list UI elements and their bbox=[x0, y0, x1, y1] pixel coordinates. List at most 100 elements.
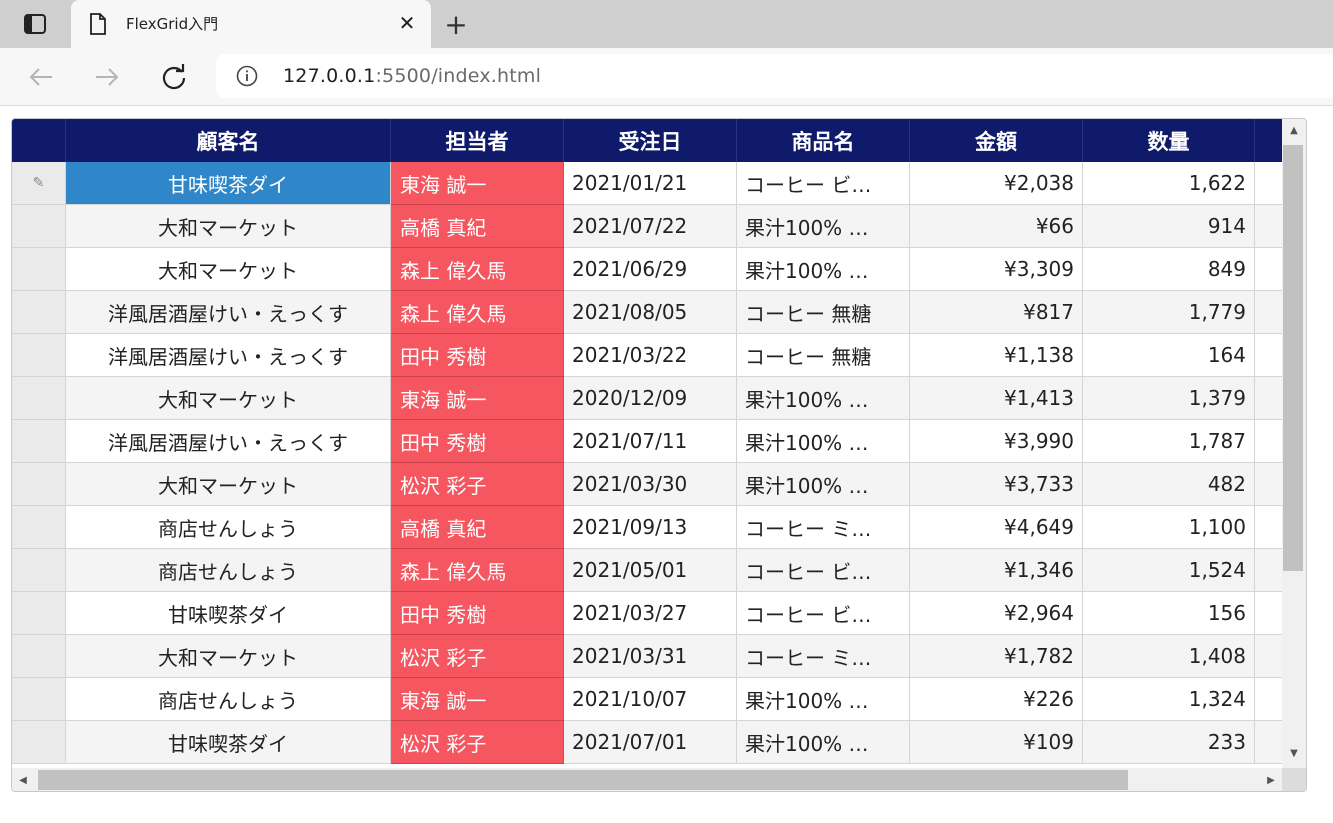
vertical-scrollbar[interactable]: ▲ ▼ bbox=[1282, 119, 1306, 768]
quantity-cell[interactable]: 1,324 bbox=[1083, 678, 1255, 721]
customer-cell[interactable]: 洋風居酒屋けい・えっくす bbox=[66, 420, 391, 463]
rep-cell[interactable]: 松沢 彩子 bbox=[391, 721, 564, 764]
horizontal-scroll-thumb[interactable] bbox=[38, 770, 1128, 790]
scroll-left-icon[interactable]: ◀ bbox=[16, 768, 30, 791]
product-cell[interactable]: 果汁100% … bbox=[737, 248, 910, 291]
product-cell[interactable]: コーヒー 無糖 bbox=[737, 334, 910, 377]
amount-cell[interactable]: ¥1,346 bbox=[910, 549, 1083, 592]
product-cell[interactable]: コーヒー 無糖 bbox=[737, 291, 910, 334]
rep-cell[interactable]: 森上 偉久馬 bbox=[391, 549, 564, 592]
rep-cell[interactable]: 田中 秀樹 bbox=[391, 592, 564, 635]
quantity-cell[interactable]: 1,408 bbox=[1083, 635, 1255, 678]
rep-cell[interactable]: 東海 誠一 bbox=[391, 678, 564, 721]
product-cell[interactable]: 果汁100% … bbox=[737, 463, 910, 506]
amount-cell[interactable]: ¥3,990 bbox=[910, 420, 1083, 463]
quantity-cell[interactable]: 1,622 bbox=[1083, 162, 1255, 205]
product-cell[interactable]: コーヒー ビ… bbox=[737, 592, 910, 635]
order-date-cell[interactable]: 2021/07/11 bbox=[564, 420, 737, 463]
rep-cell[interactable]: 東海 誠一 bbox=[391, 162, 564, 205]
product-cell[interactable]: 果汁100% … bbox=[737, 420, 910, 463]
vertical-scroll-thumb[interactable] bbox=[1283, 145, 1303, 571]
quantity-cell[interactable]: 849 bbox=[1083, 248, 1255, 291]
order-date-cell[interactable]: 2020/12/09 bbox=[564, 377, 737, 420]
table-row[interactable]: 大和マーケット 高橋 真紀 2021/07/22 果汁100% … ¥66 914 bbox=[12, 205, 1282, 248]
quantity-cell[interactable]: 482 bbox=[1083, 463, 1255, 506]
table-row[interactable]: 甘味喫茶ダイ 田中 秀樹 2021/03/27 コーヒー ビ… ¥2,964 156 bbox=[12, 592, 1282, 635]
order-date-cell[interactable]: 2021/03/27 bbox=[564, 592, 737, 635]
back-icon[interactable] bbox=[24, 60, 58, 94]
column-header-customer[interactable]: 顧客名 bbox=[66, 119, 391, 162]
product-cell[interactable]: 果汁100% … bbox=[737, 721, 910, 764]
column-header-product[interactable]: 商品名 bbox=[737, 119, 910, 162]
table-row[interactable]: 大和マーケット 森上 偉久馬 2021/06/29 果汁100% … ¥3,309 849 bbox=[12, 248, 1282, 291]
table-row[interactable]: 洋風居酒屋けい・えっくす 森上 偉久馬 2021/08/05 コーヒー 無糖 ¥817 1… bbox=[12, 291, 1282, 334]
close-tab-icon[interactable]: ✕ bbox=[395, 10, 419, 36]
forward-icon[interactable] bbox=[90, 60, 124, 94]
column-header-date[interactable]: 受注日 bbox=[564, 119, 737, 162]
amount-cell[interactable]: ¥817 bbox=[910, 291, 1083, 334]
table-row[interactable]: 大和マーケット 松沢 彩子 2021/03/31 コーヒー ミ… ¥1,782 1,408 bbox=[12, 635, 1282, 678]
rep-cell[interactable]: 森上 偉久馬 bbox=[391, 291, 564, 334]
order-date-cell[interactable]: 2021/03/31 bbox=[564, 635, 737, 678]
rep-cell[interactable]: 高橋 真紀 bbox=[391, 506, 564, 549]
amount-cell[interactable]: ¥3,309 bbox=[910, 248, 1083, 291]
amount-cell[interactable]: ¥4,649 bbox=[910, 506, 1083, 549]
rep-cell[interactable]: 東海 誠一 bbox=[391, 377, 564, 420]
customer-cell[interactable]: 商店せんしょう bbox=[66, 506, 391, 549]
customer-cell[interactable]: 甘味喫茶ダイ bbox=[66, 162, 391, 205]
customer-cell[interactable]: 甘味喫茶ダイ bbox=[66, 592, 391, 635]
quantity-cell[interactable]: 914 bbox=[1083, 205, 1255, 248]
order-date-cell[interactable]: 2021/03/22 bbox=[564, 334, 737, 377]
amount-cell[interactable]: ¥2,964 bbox=[910, 592, 1083, 635]
product-cell[interactable]: コーヒー ビ… bbox=[737, 549, 910, 592]
product-cell[interactable]: コーヒー ミ… bbox=[737, 635, 910, 678]
quantity-cell[interactable]: 1,100 bbox=[1083, 506, 1255, 549]
customer-cell[interactable]: 洋風居酒屋けい・えっくす bbox=[66, 291, 391, 334]
quantity-cell[interactable]: 164 bbox=[1083, 334, 1255, 377]
flexgrid[interactable]: 顧客名 担当者 受注日 商品名 金額 数量 ✎ 甘味喫茶ダイ 東海 誠一 2021/0… bbox=[11, 118, 1307, 792]
amount-cell[interactable]: ¥1,413 bbox=[910, 377, 1083, 420]
rep-cell[interactable]: 田中 秀樹 bbox=[391, 420, 564, 463]
amount-cell[interactable]: ¥2,038 bbox=[910, 162, 1083, 205]
quantity-cell[interactable]: 1,787 bbox=[1083, 420, 1255, 463]
quantity-cell[interactable]: 156 bbox=[1083, 592, 1255, 635]
product-cell[interactable]: コーヒー ビ… bbox=[737, 162, 910, 205]
tab-actions-icon[interactable] bbox=[0, 0, 70, 48]
rep-cell[interactable]: 松沢 彩子 bbox=[391, 463, 564, 506]
order-date-cell[interactable]: 2021/10/07 bbox=[564, 678, 737, 721]
rep-cell[interactable]: 田中 秀樹 bbox=[391, 334, 564, 377]
quantity-cell[interactable]: 1,779 bbox=[1083, 291, 1255, 334]
customer-cell[interactable]: 洋風居酒屋けい・えっくす bbox=[66, 334, 391, 377]
customer-cell[interactable]: 大和マーケット bbox=[66, 205, 391, 248]
product-cell[interactable]: 果汁100% … bbox=[737, 678, 910, 721]
order-date-cell[interactable]: 2021/05/01 bbox=[564, 549, 737, 592]
amount-cell[interactable]: ¥226 bbox=[910, 678, 1083, 721]
amount-cell[interactable]: ¥1,138 bbox=[910, 334, 1083, 377]
column-header-rep[interactable]: 担当者 bbox=[391, 119, 564, 162]
info-icon[interactable] bbox=[236, 65, 258, 87]
scroll-right-icon[interactable]: ▶ bbox=[1264, 768, 1278, 791]
order-date-cell[interactable]: 2021/03/30 bbox=[564, 463, 737, 506]
order-date-cell[interactable]: 2021/08/05 bbox=[564, 291, 737, 334]
customer-cell[interactable]: 大和マーケット bbox=[66, 635, 391, 678]
table-row[interactable]: 商店せんしょう 高橋 真紀 2021/09/13 コーヒー ミ… ¥4,649 1,100 bbox=[12, 506, 1282, 549]
customer-cell[interactable]: 商店せんしょう bbox=[66, 678, 391, 721]
table-row[interactable]: 洋風居酒屋けい・えっくす 田中 秀樹 2021/03/22 コーヒー 無糖 ¥1,138… bbox=[12, 334, 1282, 377]
table-row[interactable]: 大和マーケット 東海 誠一 2020/12/09 果汁100% … ¥1,413 1,37… bbox=[12, 377, 1282, 420]
table-row[interactable]: 商店せんしょう 森上 偉久馬 2021/05/01 コーヒー ビ… ¥1,346 1,52… bbox=[12, 549, 1282, 592]
rep-cell[interactable]: 高橋 真紀 bbox=[391, 205, 564, 248]
address-bar[interactable]: 127.0.0.1:5500/index.html bbox=[216, 54, 1333, 98]
order-date-cell[interactable]: 2021/06/29 bbox=[564, 248, 737, 291]
rep-cell[interactable]: 松沢 彩子 bbox=[391, 635, 564, 678]
customer-cell[interactable]: 商店せんしょう bbox=[66, 549, 391, 592]
order-date-cell[interactable]: 2021/07/22 bbox=[564, 205, 737, 248]
horizontal-scrollbar[interactable]: ◀ ▶ bbox=[12, 768, 1282, 791]
product-cell[interactable]: 果汁100% … bbox=[737, 205, 910, 248]
table-row[interactable]: 洋風居酒屋けい・えっくす 田中 秀樹 2021/07/11 果汁100% … ¥3,99… bbox=[12, 420, 1282, 463]
rep-cell[interactable]: 森上 偉久馬 bbox=[391, 248, 564, 291]
column-header-quantity[interactable]: 数量 bbox=[1083, 119, 1255, 162]
quantity-cell[interactable]: 1,379 bbox=[1083, 377, 1255, 420]
amount-cell[interactable]: ¥109 bbox=[910, 721, 1083, 764]
order-date-cell[interactable]: 2021/01/21 bbox=[564, 162, 737, 205]
customer-cell[interactable]: 甘味喫茶ダイ bbox=[66, 721, 391, 764]
